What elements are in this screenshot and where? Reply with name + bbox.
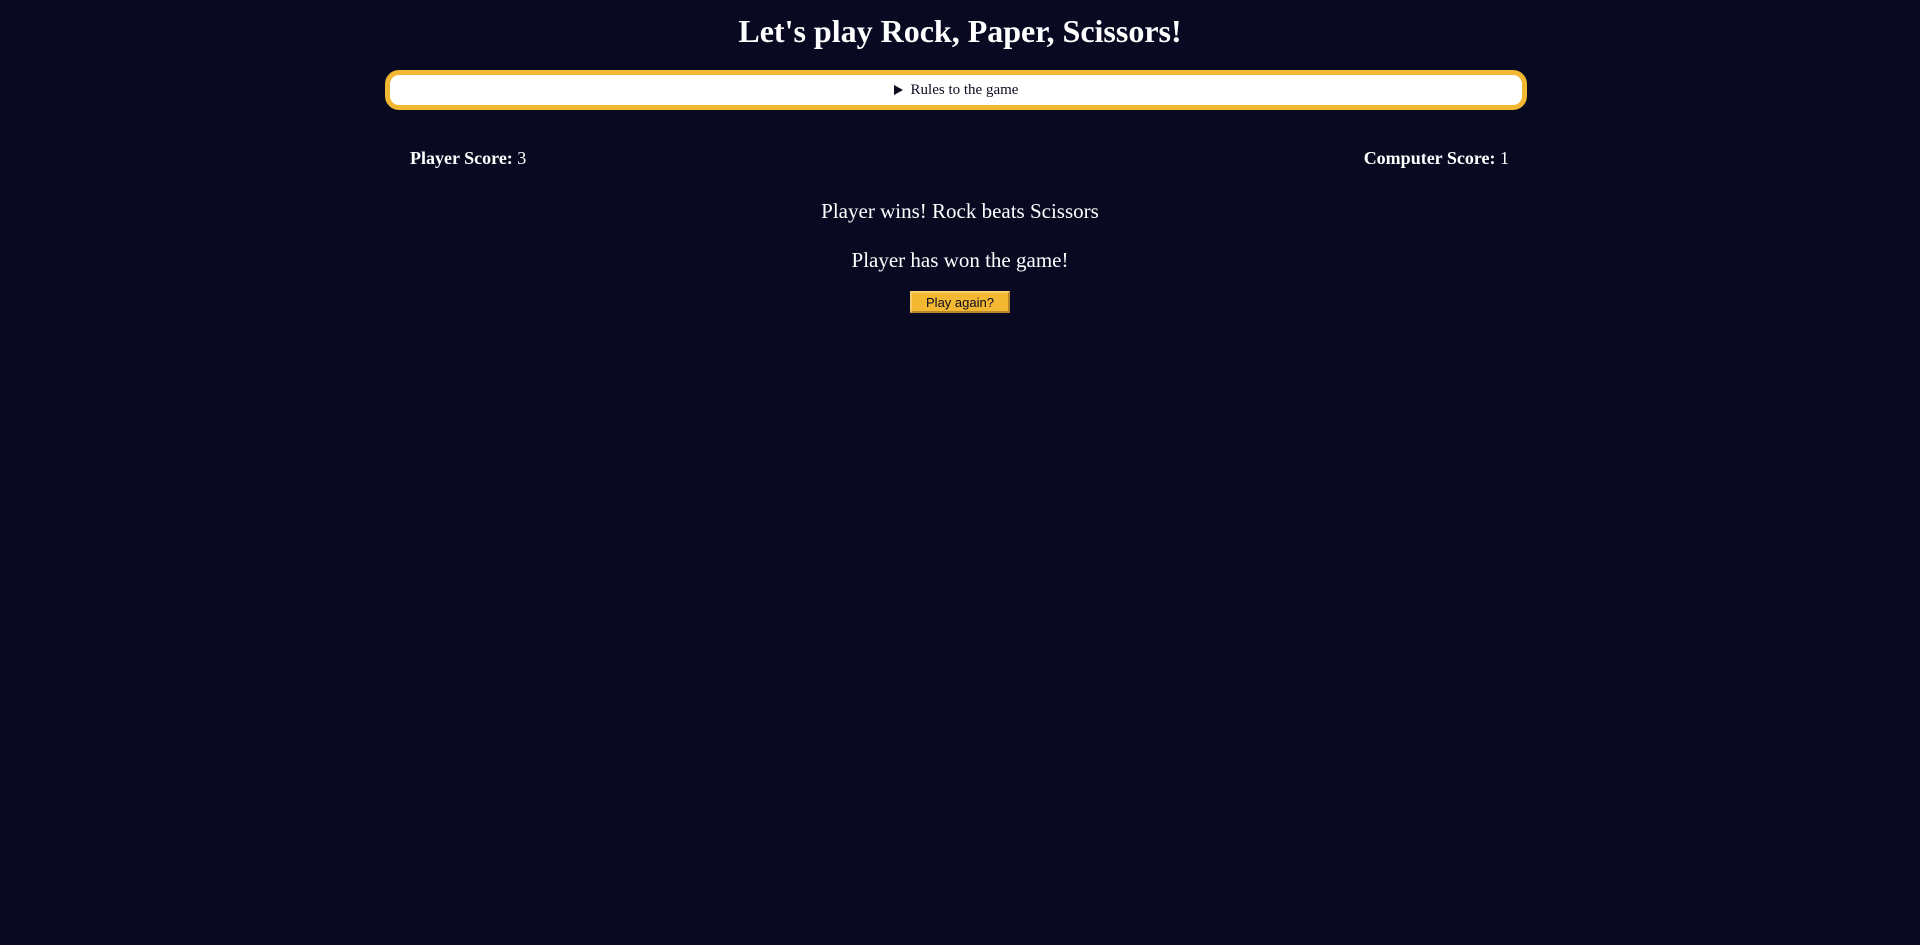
rules-disclosure[interactable]: Rules to the game bbox=[385, 70, 1527, 110]
player-score-label: Player Score: bbox=[410, 148, 513, 168]
round-result-message: Player wins! Rock beats Scissors bbox=[821, 199, 1099, 223]
disclosure-triangle-icon bbox=[893, 85, 903, 95]
player-score: Player Score: 3 bbox=[410, 147, 526, 169]
page-title: Let's play Rock, Paper, Scissors! bbox=[738, 13, 1182, 49]
game-page: Let's play Rock, Paper, Scissors! Rules … bbox=[0, 0, 1920, 945]
computer-score-value: 1 bbox=[1500, 148, 1509, 168]
player-score-value: 3 bbox=[517, 148, 527, 168]
game-result-message: Player has won the game! bbox=[851, 248, 1069, 272]
computer-score-label: Computer Score: bbox=[1363, 148, 1496, 168]
rules-summary-label: Rules to the game bbox=[910, 81, 1019, 98]
computer-score: Computer Score: 1 bbox=[1364, 147, 1509, 169]
play-again-button[interactable]: Play again? bbox=[910, 291, 1010, 313]
